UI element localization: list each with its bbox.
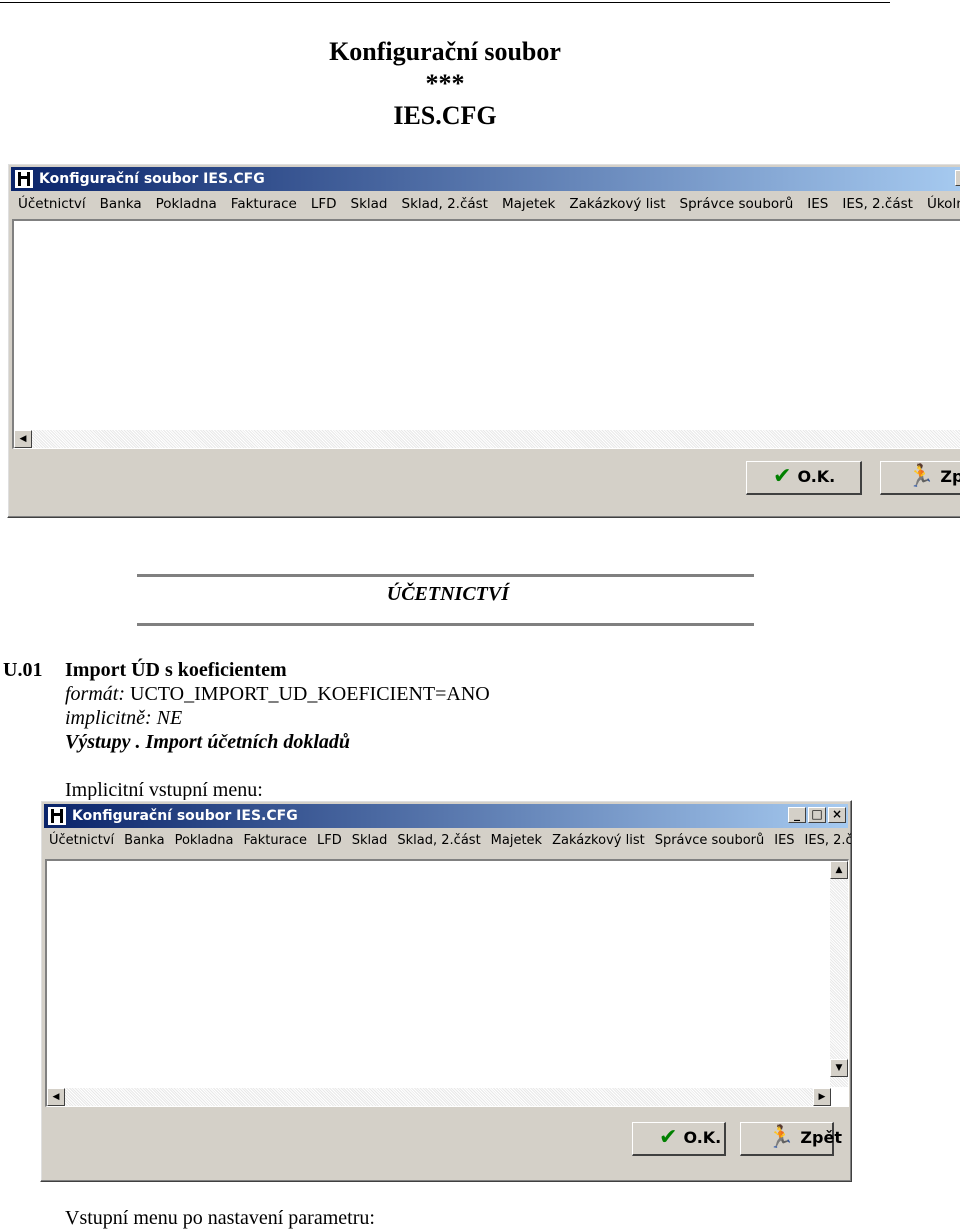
menu-bar: Účetnictví Banka Pokladna Fakturace LFD Sklad… xyxy=(11,192,960,216)
maximize-icon[interactable]: □ xyxy=(808,807,826,823)
doc-title-stars: *** xyxy=(425,69,465,98)
menu-fakturace[interactable]: Fakturace xyxy=(224,192,304,216)
running-man-icon: 🏃 xyxy=(907,464,935,489)
top-rule xyxy=(0,2,890,3)
close-icon[interactable]: × xyxy=(828,807,846,823)
menu-banka[interactable]: Banka xyxy=(119,829,169,853)
format-line: formát: UCTO_IMPORT_UD_KOEFICIENT=ANO xyxy=(65,682,490,706)
app-icon xyxy=(15,170,33,188)
scroll-down-icon[interactable]: ▼ xyxy=(830,1059,848,1077)
menu-majetek[interactable]: Majetek xyxy=(486,829,547,853)
section-title: ÚČETNICTVÍ xyxy=(386,583,509,605)
ok-label: O.K. xyxy=(797,467,836,486)
minimize-icon[interactable]: _ xyxy=(788,807,806,823)
item-title: Import ÚD s koeficientem xyxy=(65,659,287,681)
menu-banka[interactable]: Banka xyxy=(93,192,149,216)
scroll-left-icon[interactable]: ◀ xyxy=(47,1088,65,1106)
menu-ucetnictvi[interactable]: Účetnictví xyxy=(11,192,93,216)
menu-pokladna[interactable]: Pokladna xyxy=(149,192,224,216)
window-titlebar[interactable]: Konfigurační soubor IES.CFG _ □ × xyxy=(44,804,848,828)
ok-button[interactable]: ✔ O.K. xyxy=(746,461,862,495)
format-label: formát: xyxy=(65,683,125,705)
client-area: ◀ xyxy=(12,219,960,449)
menu-zakazkovy-list[interactable]: Zakázkový list xyxy=(562,192,672,216)
menu-pokladna[interactable]: Pokladna xyxy=(170,829,239,853)
check-icon: ✔ xyxy=(659,1125,678,1150)
menu-spravce-souboru[interactable]: Správce souborů xyxy=(673,192,801,216)
vertical-scrollbar[interactable] xyxy=(830,861,848,1087)
horizontal-scrollbar[interactable] xyxy=(47,1088,831,1106)
back-button[interactable]: 🏃 Zpět xyxy=(740,1122,842,1156)
menu-ies-2[interactable]: IES, 2.část xyxy=(835,192,920,216)
menu-ies[interactable]: IES xyxy=(800,192,835,216)
ok-button[interactable]: ✔ O.K. xyxy=(632,1122,726,1156)
window-title: Konfigurační soubor IES.CFG xyxy=(39,171,265,187)
menu-ucetnictvi[interactable]: Účetnictví xyxy=(44,829,119,853)
menu-sklad[interactable]: Sklad xyxy=(344,192,395,216)
config-window-implicit: Konfigurační soubor IES.CFG _ □ × Účetni… xyxy=(40,800,852,1182)
item-code: U.01 xyxy=(3,659,43,681)
horizontal-scrollbar[interactable] xyxy=(14,430,960,448)
back-label: Zpět xyxy=(800,1128,842,1147)
check-icon: ✔ xyxy=(773,464,792,489)
default-line: implicitně: NE xyxy=(65,707,183,729)
menu-lfd[interactable]: LFD xyxy=(312,829,347,853)
menu-ies-2[interactable]: IES, 2.část xyxy=(800,829,851,853)
menu-sklad[interactable]: Sklad xyxy=(347,829,393,853)
menu-ukolnicek[interactable]: Úkolníček xyxy=(920,192,960,216)
ok-label: O.K. xyxy=(683,1128,722,1147)
window-titlebar[interactable]: Konfigurační soubor IES.CFG _ xyxy=(11,167,960,191)
menu-majetek[interactable]: Majetek xyxy=(495,192,562,216)
input-menu-after-label: Vstupní menu po nastavení parametru: xyxy=(65,1207,375,1229)
back-button[interactable]: 🏃 Zpět xyxy=(880,461,960,495)
scroll-up-icon[interactable]: ▲ xyxy=(830,861,848,879)
menu-ies[interactable]: IES xyxy=(769,829,799,853)
menu-sklad-2[interactable]: Sklad, 2.část xyxy=(392,829,485,853)
implicit-menu-label: Implicitní vstupní menu: xyxy=(65,779,263,801)
format-value: UCTO_IMPORT_UD_KOEFICIENT=ANO xyxy=(130,683,490,705)
config-window-top: Konfigurační soubor IES.CFG _ Účetnictví… xyxy=(7,163,960,518)
scroll-right-icon[interactable]: ▶ xyxy=(813,1088,831,1106)
menu-fakturace[interactable]: Fakturace xyxy=(238,829,312,853)
menu-bar: Účetnictví Banka Pokladna Fakturace LFD Sklad… xyxy=(44,829,851,853)
back-label: Zpět xyxy=(940,467,960,486)
doc-title-filename: IES.CFG xyxy=(393,101,497,130)
scroll-left-icon[interactable]: ◀ xyxy=(14,430,32,448)
running-man-icon: 🏃 xyxy=(767,1125,795,1150)
section-box: ÚČETNICTVÍ xyxy=(137,574,754,626)
doc-title: Konfigurační soubor xyxy=(329,37,561,66)
menu-sklad-2[interactable]: Sklad, 2.část xyxy=(395,192,495,216)
menu-zakazkovy-list[interactable]: Zakázkový list xyxy=(547,829,650,853)
app-icon xyxy=(48,807,66,825)
outputs-line: Výstupy . Import účetních dokladů xyxy=(65,731,351,753)
client-area: ▲ ▼ ◀ ▶ xyxy=(45,859,849,1107)
menu-lfd[interactable]: LFD xyxy=(304,192,344,216)
minimize-icon[interactable]: _ xyxy=(955,170,960,186)
menu-spravce-souboru[interactable]: Správce souborů xyxy=(650,829,770,853)
window-title: Konfigurační soubor IES.CFG xyxy=(72,808,298,824)
